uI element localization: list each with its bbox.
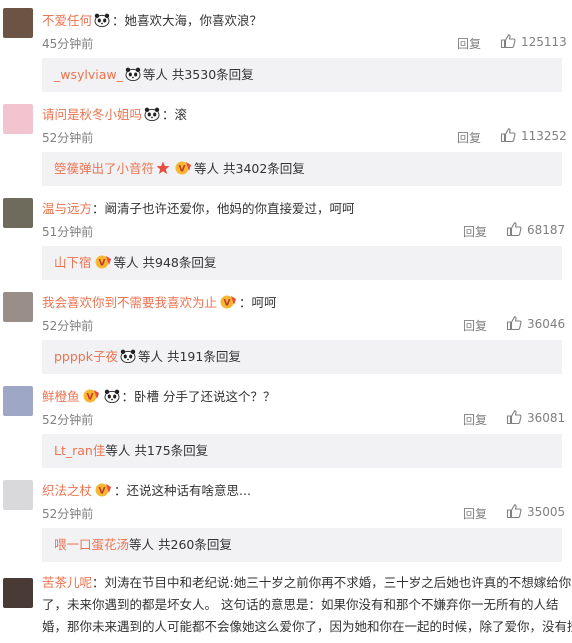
comment-text: ：滚 bbox=[162, 107, 188, 122]
like-thumb-icon[interactable] bbox=[506, 221, 522, 240]
reply-summary[interactable]: 箜篌弹出了小音符 V 等人 共3402条回复 bbox=[42, 152, 562, 186]
panda-emoji-icon bbox=[104, 389, 120, 403]
vip-badge-icon: V bbox=[83, 389, 99, 403]
avatar[interactable] bbox=[3, 578, 33, 608]
reply-summary[interactable]: ppppk子夜 等人 共191条回复 bbox=[42, 340, 562, 374]
reply-count-text[interactable]: 等人 共260条回复 bbox=[129, 537, 232, 552]
vip-badge-icon: V bbox=[95, 483, 112, 497]
avatar[interactable] bbox=[3, 292, 33, 322]
vip-badge-icon: V bbox=[175, 161, 192, 175]
reply-summary[interactable]: _wsylviaw_ 等人 共3530条回复 bbox=[42, 58, 562, 92]
comment-time: 52分钟前 bbox=[42, 507, 94, 521]
reply-username[interactable]: ppppk子夜 bbox=[54, 349, 118, 364]
reply-summary[interactable]: Lt_ran佳等人 共175条回复 bbox=[42, 434, 562, 468]
like-thumb-icon[interactable] bbox=[506, 315, 522, 334]
vip-badge-icon: V bbox=[220, 295, 237, 309]
reply-button[interactable]: 回复 bbox=[463, 411, 487, 428]
svg-text:V: V bbox=[99, 487, 106, 497]
panda-emoji-icon bbox=[144, 107, 160, 121]
reply-username[interactable]: 箜篌弹出了小音符 bbox=[54, 161, 154, 176]
comment-text: ：呵呵 bbox=[239, 295, 277, 310]
panda-emoji-icon bbox=[125, 67, 141, 81]
like-thumb-icon[interactable] bbox=[506, 409, 522, 428]
like-count[interactable]: 36046 bbox=[527, 317, 565, 331]
reply-username[interactable]: Lt_ran佳 bbox=[54, 443, 105, 458]
like-count[interactable]: 36081 bbox=[527, 411, 565, 425]
comment-username[interactable]: 温与远方 bbox=[42, 201, 92, 216]
avatar[interactable] bbox=[3, 8, 33, 38]
like-count[interactable]: 35005 bbox=[527, 505, 565, 519]
reply-summary[interactable]: 山下宿 V 等人 共948条回复 bbox=[42, 246, 562, 280]
comment-time: 51分钟前 bbox=[42, 225, 94, 239]
comment-username[interactable]: 鲜橙鱼 bbox=[42, 389, 80, 404]
comment-text: ：还说这种话有啥意思... bbox=[114, 483, 251, 498]
reply-username[interactable]: 山下宿 bbox=[54, 255, 92, 270]
vip-badge-icon: V bbox=[95, 255, 111, 269]
avatar[interactable] bbox=[3, 480, 33, 510]
svg-text:V: V bbox=[179, 165, 186, 175]
comment-body: 苦茶儿呢：刘涛在节目中和老纪说:她三十岁之前你再不求婚，三十岁之后她也许真的不想… bbox=[42, 572, 572, 638]
avatar[interactable] bbox=[3, 198, 33, 228]
avatar[interactable] bbox=[3, 386, 33, 416]
comment-username[interactable]: 苦茶儿呢 bbox=[42, 575, 92, 590]
comment-username[interactable]: 织法之杖 bbox=[42, 483, 92, 498]
reply-count-text[interactable]: 等人 共3530条回复 bbox=[143, 67, 254, 82]
like-count[interactable]: 125113 bbox=[521, 35, 567, 49]
like-thumb-icon[interactable] bbox=[500, 33, 516, 52]
comment-time: 52分钟前 bbox=[42, 131, 94, 145]
reply-count-text[interactable]: 等人 共175条回复 bbox=[105, 443, 208, 458]
reply-count-text[interactable]: 等人 共948条回复 bbox=[114, 255, 217, 270]
comment-username[interactable]: 请问是秋冬小姐吗 bbox=[42, 107, 142, 122]
like-thumb-icon[interactable] bbox=[500, 127, 516, 146]
reply-summary[interactable]: 喂一口蛋花汤等人 共260条回复 bbox=[42, 528, 562, 562]
comment-text: ：卧槽 分手了还说这个？？ bbox=[121, 389, 276, 404]
reply-button[interactable]: 回复 bbox=[463, 223, 487, 240]
avatar[interactable] bbox=[3, 104, 33, 134]
comment-text-line: 了，未来你遇到的都是坏女人。 这句话的意思是：如果你没有和那个不嫌弃你一无所有的… bbox=[42, 597, 559, 612]
comment-username[interactable]: 不爱任何 bbox=[42, 13, 92, 28]
comment-time: 52分钟前 bbox=[42, 413, 94, 427]
svg-text:V: V bbox=[224, 299, 231, 309]
svg-text:V: V bbox=[86, 393, 93, 403]
reply-button[interactable]: 回复 bbox=[463, 505, 487, 522]
comment-time: 45分钟前 bbox=[42, 37, 94, 51]
comment-username[interactable]: 我会喜欢你到不需要我喜欢为止 bbox=[42, 295, 217, 310]
like-count[interactable]: 68187 bbox=[527, 223, 565, 237]
svg-text:V: V bbox=[98, 259, 105, 269]
like-thumb-icon[interactable] bbox=[506, 503, 522, 522]
panda-emoji-icon bbox=[94, 13, 110, 27]
reply-button[interactable]: 回复 bbox=[463, 317, 487, 334]
panda-emoji-icon bbox=[120, 349, 136, 363]
comment-time: 52分钟前 bbox=[42, 319, 94, 333]
comment-text: ：她喜欢大海，你喜欢浪？ bbox=[112, 13, 263, 28]
reply-button[interactable]: 回复 bbox=[457, 129, 481, 146]
reply-button[interactable]: 回复 bbox=[457, 35, 481, 52]
star-icon bbox=[156, 161, 170, 174]
comment-text: ：阚清子也许还爱你，他妈的你直接爱过，呵呵 bbox=[92, 201, 355, 216]
like-count[interactable]: 113252 bbox=[521, 129, 567, 143]
reply-count-text[interactable]: 等人 共191条回复 bbox=[138, 349, 241, 364]
reply-username[interactable]: _wsylviaw_ bbox=[54, 67, 123, 82]
comment-text-line: 婚，那你未来遇到的人可能都不会像她这么爱你了，因为她和你在一起的时候，除了爱你，… bbox=[42, 619, 572, 634]
reply-count-text[interactable]: 等人 共3402条回复 bbox=[194, 161, 305, 176]
comment-text-line: ：刘涛在节目中和老纪说:她三十岁之前你再不求婚，三十岁之后她也许真的不想嫁给你 bbox=[92, 575, 572, 590]
reply-username[interactable]: 喂一口蛋花汤 bbox=[54, 537, 129, 552]
